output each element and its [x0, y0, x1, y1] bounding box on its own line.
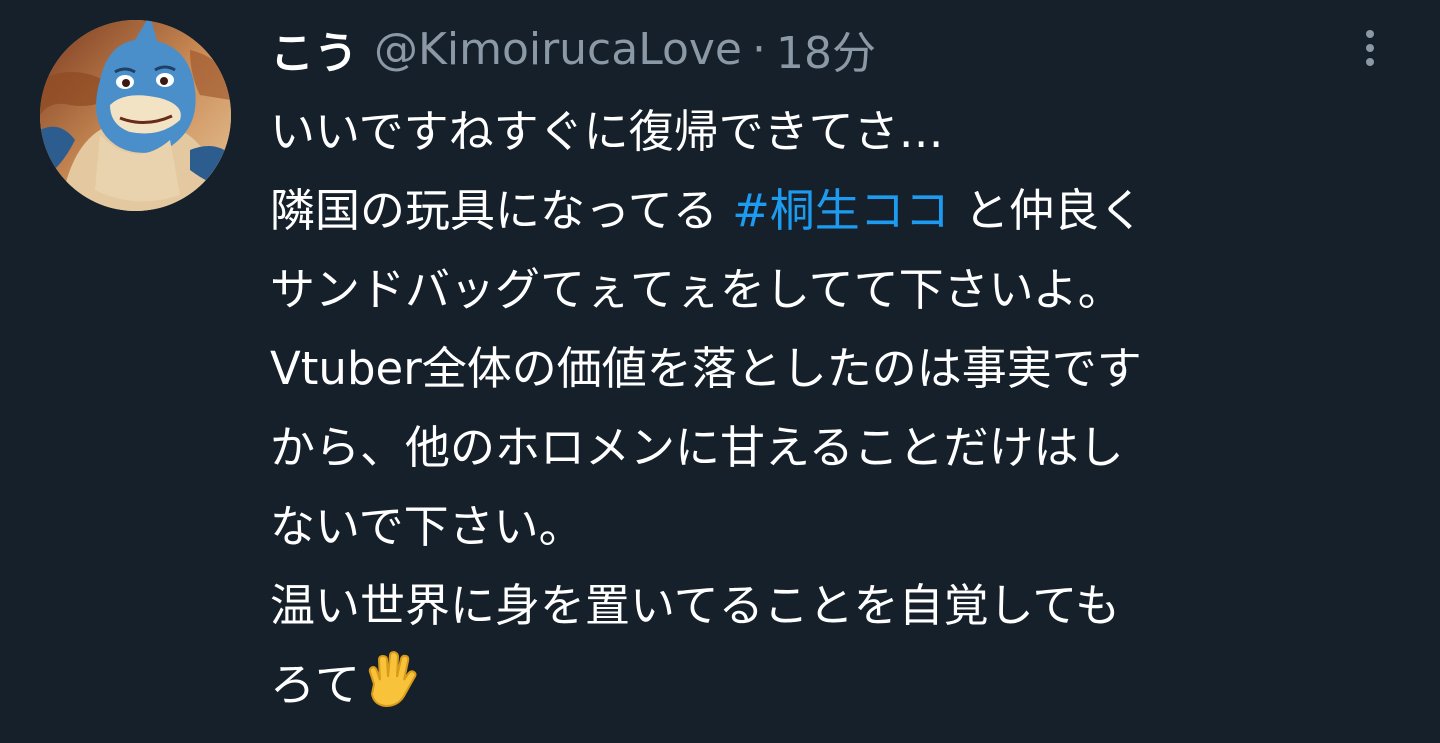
more-vertical-icon [1366, 44, 1374, 52]
more-vertical-icon [1366, 58, 1374, 66]
tweet-line: ろて [270, 645, 1400, 724]
raised-hand-icon [360, 650, 420, 710]
more-options-button[interactable] [1350, 18, 1390, 78]
tweet-line: 隣国の玩具になってる #桐生ココ と仲良く [270, 171, 1400, 250]
tweet-line: Vtuber全体の価値を落としたのは事実です [270, 342, 1142, 395]
tweet-line: から、他のホロメンに甘えることだけはし [270, 421, 1124, 474]
tweet-text-segment: ろて [270, 658, 361, 711]
separator-dot: · [751, 23, 766, 75]
tweet-line: ないで下さい。 [270, 500, 584, 553]
tweet-text-segment: と仲良く [949, 184, 1145, 237]
tweet-text-segment: 隣国の玩具になってる [270, 184, 733, 237]
tweet-line: 温い世界に身を置いてることを自覚しても [270, 579, 1121, 632]
tweet-line: いいですねすぐに復帰できてさ… [270, 105, 944, 158]
tweet-timestamp[interactable]: 18分 [776, 17, 876, 81]
avatar[interactable] [40, 20, 231, 211]
tweet-text: いいですねすぐに復帰できてさ… 隣国の玩具になってる #桐生ココ と仲良く サン… [270, 92, 1400, 724]
tweet-header: こう @KimoirucaLove · 18分 [270, 14, 876, 84]
hashtag-link[interactable]: #桐生ココ [732, 184, 950, 237]
tweet-card[interactable]: こう @KimoirucaLove · 18分 いいですねすぐに復帰できてさ… … [0, 0, 1440, 743]
author-handle[interactable]: @KimoirucaLove [374, 24, 742, 75]
more-vertical-icon [1366, 30, 1374, 38]
avatar-character-icon [40, 20, 231, 211]
author-name[interactable]: こう [270, 17, 358, 81]
tweet-line: サンドバッグてぇてぇをしてて下さいよ。 [270, 263, 1123, 316]
